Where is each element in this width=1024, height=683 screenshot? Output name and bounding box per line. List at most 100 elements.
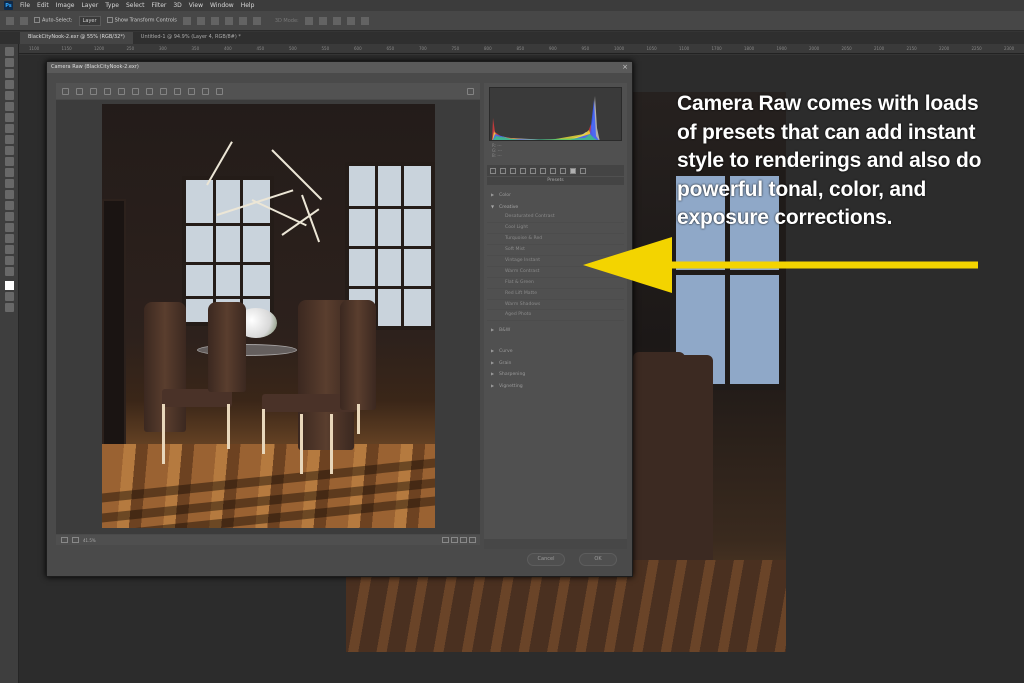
menu-filter[interactable]: Filter bbox=[152, 2, 167, 9]
menu-type[interactable]: Type bbox=[105, 2, 119, 9]
menu-file[interactable]: File bbox=[20, 2, 30, 9]
gradient-tool-icon[interactable] bbox=[4, 168, 14, 177]
zoom-tool-icon[interactable] bbox=[4, 256, 14, 265]
more-icon[interactable] bbox=[252, 16, 261, 25]
preview-settings-icon[interactable] bbox=[469, 537, 476, 543]
preset-item[interactable]: Aged Photo bbox=[487, 310, 624, 322]
align-icon[interactable] bbox=[196, 16, 205, 25]
move-tool-icon[interactable] bbox=[4, 47, 14, 56]
fullscreen-icon[interactable] bbox=[467, 87, 474, 95]
scale-icon[interactable] bbox=[360, 16, 369, 25]
image-preview[interactable] bbox=[56, 100, 480, 534]
align-icon[interactable] bbox=[182, 16, 191, 25]
menu-view[interactable]: View bbox=[189, 2, 203, 9]
zoom-level[interactable]: 41.5% bbox=[83, 538, 96, 543]
tab-untitled[interactable]: Untitled-1 @ 94.9% (Layer 4, RGB/8#) * bbox=[133, 32, 249, 44]
effects-tab-icon[interactable] bbox=[550, 167, 556, 174]
copy-settings-icon[interactable] bbox=[460, 537, 467, 543]
detail-tab-icon[interactable] bbox=[510, 167, 516, 174]
menu-edit[interactable]: Edit bbox=[37, 2, 49, 9]
menu-image[interactable]: Image bbox=[56, 2, 75, 9]
marquee-tool-icon[interactable] bbox=[4, 58, 14, 67]
adjustment-brush-icon[interactable] bbox=[188, 87, 195, 95]
crop-icon[interactable] bbox=[132, 87, 139, 95]
orbit-icon[interactable] bbox=[304, 16, 313, 25]
menu-layer[interactable]: Layer bbox=[81, 2, 98, 9]
lasso-tool-icon[interactable] bbox=[4, 69, 14, 78]
tone-curve-tab-icon[interactable] bbox=[500, 167, 506, 174]
preset-item[interactable]: Warm Contrast bbox=[487, 267, 624, 278]
dodge-tool-icon[interactable] bbox=[4, 190, 14, 199]
before-after-icon[interactable] bbox=[442, 537, 449, 543]
close-icon[interactable]: × bbox=[621, 63, 629, 71]
preset-item[interactable]: Flat & Green bbox=[487, 278, 624, 289]
home-icon[interactable] bbox=[6, 16, 14, 25]
color-sampler-icon[interactable] bbox=[104, 87, 111, 95]
targeted-adjustment-icon[interactable] bbox=[118, 87, 125, 95]
preset-item[interactable]: Red Lift Matte bbox=[487, 289, 624, 300]
preset-group-vignetting[interactable]: ▶ Vignetting bbox=[487, 380, 624, 392]
blur-tool-icon[interactable] bbox=[4, 179, 14, 188]
preset-group-color[interactable]: ▶ Color bbox=[487, 189, 624, 201]
pen-tool-icon[interactable] bbox=[4, 201, 14, 210]
more-tools-icon[interactable] bbox=[4, 267, 14, 276]
preset-group-curve[interactable]: ▶ Curve bbox=[487, 345, 624, 357]
photoshop-logo-icon[interactable]: Ps bbox=[4, 1, 13, 10]
path-select-icon[interactable] bbox=[4, 223, 14, 232]
move-tool-icon[interactable] bbox=[20, 16, 28, 25]
preset-group-sharpening[interactable]: ▶ Sharpening bbox=[487, 368, 624, 380]
cancel-button[interactable]: Cancel bbox=[527, 553, 565, 566]
layer-select-dropdown[interactable]: Layer bbox=[78, 15, 101, 26]
pan-icon[interactable] bbox=[332, 16, 341, 25]
spot-removal-icon[interactable] bbox=[160, 87, 167, 95]
preset-group-grain[interactable]: ▶ Grain bbox=[487, 357, 624, 369]
menu-3d[interactable]: 3D bbox=[173, 2, 181, 9]
preset-item[interactable]: Warm Shadows bbox=[487, 300, 624, 311]
transform-controls-checkbox[interactable]: Show Transform Controls bbox=[106, 17, 177, 24]
auto-select-checkbox[interactable]: Auto-Select: bbox=[34, 17, 73, 24]
distribute-icon[interactable] bbox=[238, 16, 247, 25]
preset-item[interactable]: Desaturated Contrast bbox=[487, 212, 624, 224]
eraser-icon[interactable] bbox=[4, 157, 14, 166]
type-tool-icon[interactable] bbox=[4, 212, 14, 221]
presets-tab-icon[interactable] bbox=[570, 167, 576, 174]
brush-tool-icon[interactable] bbox=[4, 124, 14, 133]
swap-icon[interactable] bbox=[451, 537, 458, 543]
radial-filter-icon[interactable] bbox=[216, 87, 223, 95]
preset-item[interactable]: Cool Light bbox=[487, 223, 624, 235]
preset-item[interactable]: Vintage Instant bbox=[487, 256, 624, 267]
ok-button[interactable]: OK bbox=[579, 553, 617, 566]
menu-select[interactable]: Select bbox=[126, 2, 145, 9]
foreground-color-swatch[interactable] bbox=[4, 281, 14, 290]
preset-item[interactable]: Turquoise & Red bbox=[487, 234, 624, 246]
tab-blackcitynook[interactable]: BlackCityNook-2.exr @ 55% (RGB/32*) bbox=[20, 32, 133, 44]
hand-tool-icon[interactable] bbox=[4, 245, 14, 254]
magic-wand-icon[interactable] bbox=[4, 80, 14, 89]
shape-tool-icon[interactable] bbox=[4, 234, 14, 243]
snapshots-tab-icon[interactable] bbox=[580, 167, 586, 174]
preset-group-b-w[interactable]: ▶ B&W bbox=[487, 324, 624, 336]
roll-icon[interactable] bbox=[318, 16, 327, 25]
menu-window[interactable]: Window bbox=[210, 2, 234, 9]
split-toning-tab-icon[interactable] bbox=[530, 167, 536, 174]
zoom-out-icon[interactable] bbox=[61, 537, 68, 543]
zoom-icon[interactable] bbox=[62, 87, 69, 95]
crop-tool-icon[interactable] bbox=[4, 91, 14, 100]
clone-stamp-icon[interactable] bbox=[4, 135, 14, 144]
quick-mask-icon[interactable] bbox=[4, 292, 14, 301]
zoom-in-icon[interactable] bbox=[72, 537, 79, 543]
straighten-icon[interactable] bbox=[146, 87, 153, 95]
preset-group-creative[interactable]: ▼ Creative bbox=[487, 201, 624, 213]
hand-icon[interactable] bbox=[76, 87, 83, 95]
align-icon[interactable] bbox=[210, 16, 219, 25]
hsl-tab-icon[interactable] bbox=[520, 167, 526, 174]
graduated-filter-icon[interactable] bbox=[202, 87, 209, 95]
slide-icon[interactable] bbox=[346, 16, 355, 25]
white-balance-icon[interactable] bbox=[90, 87, 97, 95]
menu-help[interactable]: Help bbox=[241, 2, 255, 9]
distribute-icon[interactable] bbox=[224, 16, 233, 25]
preset-item[interactable]: Soft Mist bbox=[487, 245, 624, 256]
lens-tab-icon[interactable] bbox=[540, 167, 546, 174]
red-eye-icon[interactable] bbox=[174, 87, 181, 95]
eyedropper-icon[interactable] bbox=[4, 102, 14, 111]
